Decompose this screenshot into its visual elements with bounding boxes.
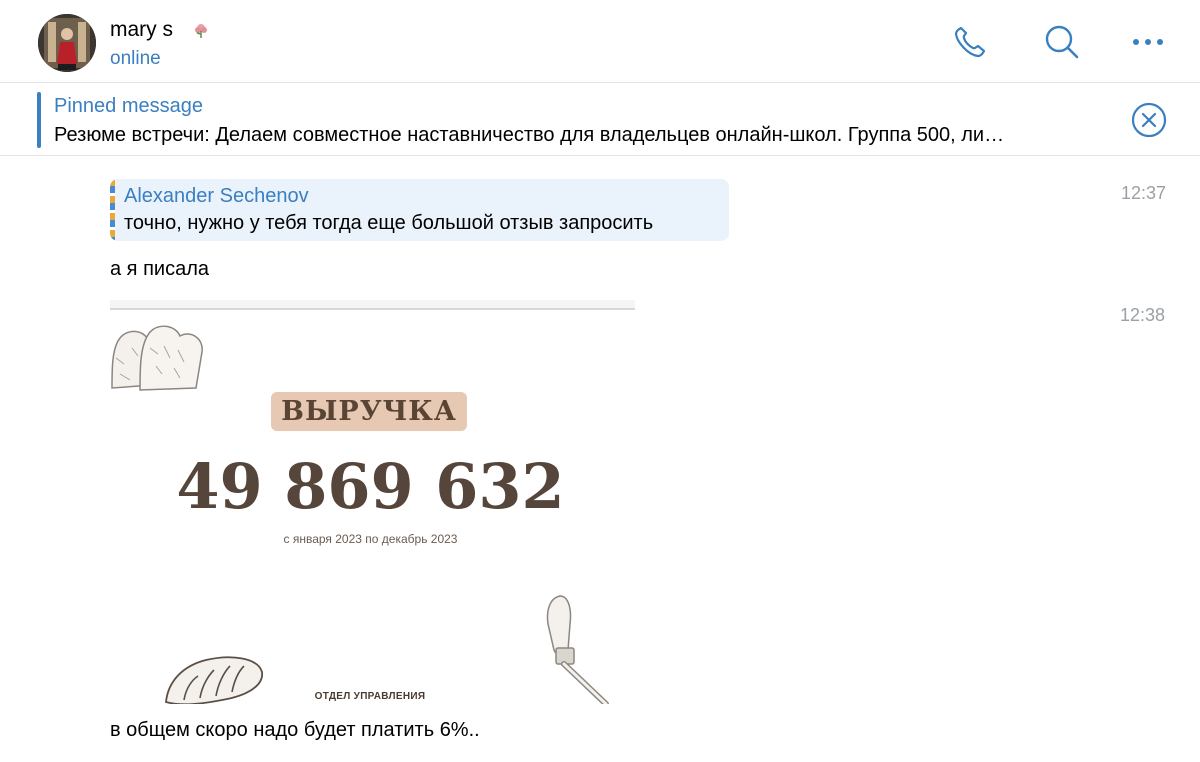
message-text: а я писала [110,258,209,280]
image-divider [110,308,635,310]
pinned-title: Pinned message [54,95,203,117]
pinned-accent-bar [37,92,41,148]
revenue-period: с января 2023 по декабрь 2023 [283,532,458,546]
bread-slices-icon [111,325,203,391]
chat-header: mary s online [0,0,1200,83]
department-label: ОТДЕЛ УПРАВЛЕНИЯ [314,691,426,702]
spatula-icon [546,595,609,704]
revenue-badge: ВЫРУЧКА [271,392,467,431]
quote-author: Alexander Sechenov [124,185,309,207]
avatar-photo [38,14,96,72]
flower-emoji-icon [195,24,207,38]
search-icon [1045,25,1079,59]
message-time: 12:37 [1121,183,1167,203]
more-dots-icon [1133,39,1163,45]
message-list[interactable]: Alexander Sechenov точно, нужно у тебя т… [0,157,1200,762]
contact-status: online [110,48,161,69]
revenue-amount: 49 869 632 [176,450,565,523]
contact-name[interactable]: mary s [110,18,173,42]
avatar[interactable] [38,14,96,72]
image-attachment[interactable]: ВЫРУЧКА 49 869 632 с января 2023 по дека… [110,300,635,704]
message-text: в общем скоро надо будет платить 6%.. [110,719,480,741]
call-button[interactable] [950,22,990,62]
search-button[interactable] [1042,22,1082,62]
phone-icon [954,26,986,58]
close-circle-icon [1131,102,1167,138]
pinned-message-bar[interactable]: Pinned message Резюме встречи: Делаем со… [0,84,1200,156]
image-top-strip [110,300,635,308]
quote-stripe [110,179,115,241]
more-button[interactable] [1128,22,1168,62]
unpin-button[interactable] [1130,101,1168,139]
reply-quote[interactable]: Alexander Sechenov точно, нужно у тебя т… [110,179,729,241]
quote-text: точно, нужно у тебя тогда еще большой от… [124,212,654,234]
message-time: 12:38 [1120,305,1166,325]
bread-loaf-icon [165,656,263,704]
pinned-text: Резюме встречи: Делаем совместное настав… [54,124,1005,146]
